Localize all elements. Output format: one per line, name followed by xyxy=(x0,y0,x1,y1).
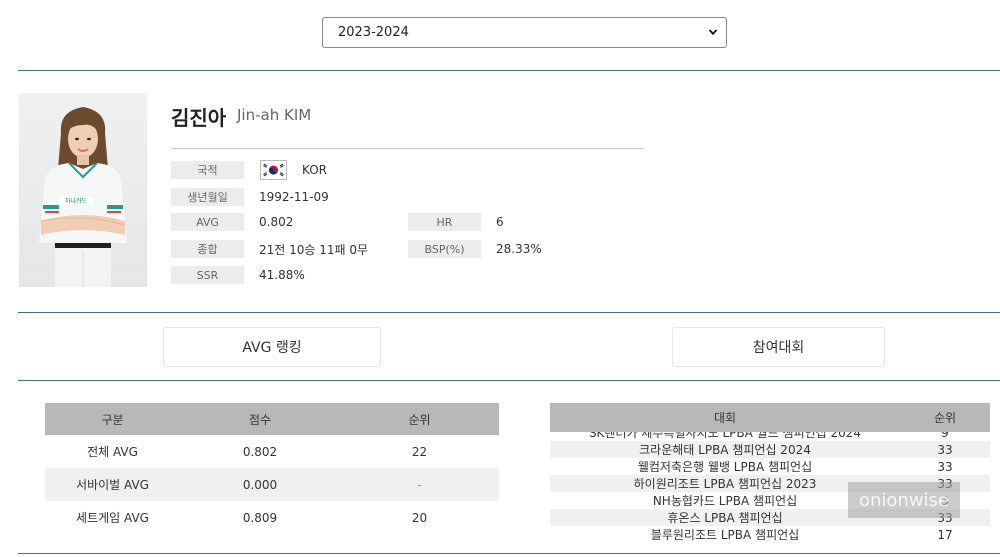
tab-tournaments[interactable]: 참여대회 xyxy=(672,327,885,367)
list-item[interactable]: 크라운해태 LPBA 챔피언십 2024 33 xyxy=(550,441,990,458)
table-row: 세트게임 AVG 0.809 20 xyxy=(45,501,499,534)
player-name-korean: 김진아 xyxy=(171,106,227,130)
header-tournament: 대회 xyxy=(713,411,737,425)
table-header: 대회 순위 xyxy=(550,403,990,432)
label-record: 종합 xyxy=(171,240,244,258)
divider-tabs xyxy=(18,380,1000,381)
header-category: 구분 xyxy=(101,412,124,427)
list-item[interactable]: 웰컴저축은행 웰뱅 LPBA 챔피언십 33 xyxy=(550,458,990,475)
table-row: 서바이벌 AVG 0.000 - xyxy=(45,468,499,501)
cell-tournament: 블루원리조트 LPBA 챔피언십 xyxy=(650,528,800,542)
korea-flag-icon xyxy=(260,160,287,180)
list-item[interactable]: SK렌터카 제주특별자치도 LPBA 월드 챔피언십 2024 9 xyxy=(550,432,990,441)
label-birth: 생년월일 xyxy=(171,188,244,206)
avg-ranking-table: 구분 점수 순위 전체 AVG 0.802 22 서바이벌 AVG 0.000 … xyxy=(45,403,499,534)
value-birth: 1992-11-09 xyxy=(259,190,329,204)
sponsor-logo-text: 하나카드 xyxy=(65,197,88,205)
header-rank: 순위 xyxy=(933,411,957,425)
value-ssr: 41.88% xyxy=(259,268,305,282)
name-divider xyxy=(171,148,644,149)
cell-score: 0.802 xyxy=(242,444,278,459)
divider-bottom xyxy=(18,553,1000,554)
player-illustration: 하나카드 xyxy=(39,107,127,287)
tab-avg-ranking[interactable]: AVG 랭킹 xyxy=(163,327,381,367)
player-photo: 하나카드 xyxy=(19,93,147,287)
watermark: onionwise xyxy=(848,482,960,518)
label-hr: HR xyxy=(408,213,481,231)
cell-rank: 17 xyxy=(937,527,953,542)
value-avg: 0.802 xyxy=(259,215,294,229)
cell-category: 세트게임 AVG xyxy=(76,511,149,525)
chevron-down-icon xyxy=(708,29,718,36)
cell-rank: 20 xyxy=(411,510,428,525)
cell-score: 0.809 xyxy=(242,510,278,525)
label-bsp: BSP(%) xyxy=(408,240,481,258)
cell-rank: 33 xyxy=(937,459,953,474)
header-rank: 순위 xyxy=(408,412,431,427)
cell-rank: 22 xyxy=(411,444,428,459)
value-bsp: 28.33% xyxy=(496,242,542,256)
label-ssr: SSR xyxy=(171,266,244,284)
season-select[interactable]: 2023-2024 xyxy=(322,17,727,48)
divider-middle xyxy=(18,312,1000,313)
table-header: 구분 점수 순위 xyxy=(45,403,499,435)
cell-score: 0.000 xyxy=(242,477,278,492)
label-country: 국적 xyxy=(171,161,244,179)
cell-category: 서바이벌 AVG xyxy=(76,478,149,492)
value-country: KOR xyxy=(302,163,327,177)
cell-tournament: 웰컴저축은행 웰뱅 LPBA 챔피언십 xyxy=(637,460,813,474)
cell-rank: - xyxy=(417,477,422,492)
value-record: 21전 10승 11패 0무 xyxy=(259,242,369,257)
tournaments-table[interactable]: 대회 순위 SK렌터카 제주특별자치도 LPBA 월드 챔피언십 2024 9 … xyxy=(550,403,990,557)
table-row: 전체 AVG 0.802 22 xyxy=(45,435,499,468)
value-hr: 6 xyxy=(496,215,504,229)
player-name-english: Jin-ah KIM xyxy=(237,106,312,124)
cell-tournament: SK렌터카 제주특별자치도 LPBA 월드 챔피언십 2024 xyxy=(588,432,862,440)
cell-tournament: 크라운해태 LPBA 챔피언십 2024 xyxy=(639,443,811,457)
cell-rank: 9 xyxy=(941,432,949,440)
divider-top xyxy=(18,70,1000,71)
list-item[interactable]: 블루원리조트 LPBA 챔피언십 17 xyxy=(550,526,990,543)
cell-category: 전체 AVG xyxy=(87,445,138,459)
header-score: 점수 xyxy=(248,412,272,427)
label-avg: AVG xyxy=(171,213,244,231)
season-select-value: 2023-2024 xyxy=(338,25,409,40)
cell-rank: 33 xyxy=(937,442,953,457)
